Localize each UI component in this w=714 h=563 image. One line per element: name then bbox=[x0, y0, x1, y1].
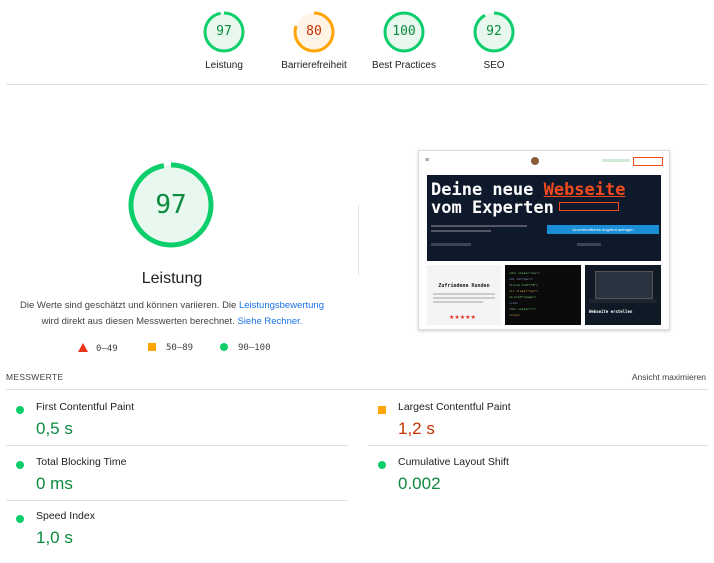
metric-name: Largest Contentful Paint bbox=[398, 401, 511, 413]
metric-value: 1,2 s bbox=[398, 419, 435, 438]
metric-name: Total Blocking Time bbox=[36, 456, 127, 468]
preview-small-text bbox=[431, 243, 471, 246]
legend-pass: 90–100 bbox=[220, 343, 271, 353]
preview-hero: Deine neue Webseite vom Experten Unverbi… bbox=[427, 175, 661, 261]
metric-value: 0.002 bbox=[398, 474, 441, 493]
divider bbox=[6, 500, 348, 501]
preview-card-code: <div class="row"> <ul id="nav"> <li><a h… bbox=[505, 265, 581, 325]
metric-name: First Contentful Paint bbox=[36, 401, 135, 413]
headline-text-2: vom Experten bbox=[431, 198, 554, 218]
preview-phone bbox=[602, 159, 630, 162]
legend-fail: 0–49 bbox=[78, 343, 118, 354]
average-square-icon bbox=[378, 406, 386, 414]
scoring-link[interactable]: Leistungsbewertung bbox=[239, 300, 324, 311]
description-text: Die Werte sind geschätzt und können vari… bbox=[20, 300, 239, 311]
gauge-label: Best Practices bbox=[372, 60, 436, 71]
legend-average: 50–89 bbox=[148, 343, 193, 353]
metrics-header: MESSWERTE bbox=[6, 372, 64, 382]
metric-cls: Cumulative Layout Shift 0.002 bbox=[368, 455, 708, 509]
metric-value: 0 ms bbox=[36, 474, 73, 493]
divider bbox=[6, 84, 708, 85]
preview-cta: Unverbindliches Angebot anfragen bbox=[547, 225, 659, 234]
gauge-performance[interactable]: 97 Leistung bbox=[194, 10, 254, 71]
legend-fail-label: 0–49 bbox=[96, 344, 118, 354]
gauge-accessibility[interactable]: 80 Barrierefreiheit bbox=[281, 10, 347, 71]
gauge-seo[interactable]: 92 SEO bbox=[464, 10, 524, 71]
expand-view-toggle[interactable]: Ansicht maximieren bbox=[632, 372, 706, 382]
gauge-label: Barrierefreiheit bbox=[281, 60, 347, 71]
pass-dot-icon bbox=[378, 461, 386, 469]
performance-description: Die Werte sind geschätzt und können vari… bbox=[20, 298, 324, 330]
headline-accent: Webseite bbox=[543, 180, 626, 200]
metric-value: 1,0 s bbox=[36, 528, 73, 547]
final-screenshot[interactable]: ≡ Deine neue Webseite vom Experten Unver… bbox=[418, 150, 670, 330]
divider bbox=[6, 445, 348, 446]
preview-button bbox=[633, 157, 663, 166]
triangle-icon bbox=[78, 343, 88, 352]
description-text: wird direkt aus diesen Messwerten berech… bbox=[41, 316, 238, 327]
square-icon bbox=[148, 343, 156, 351]
metric-name: Speed Index bbox=[36, 510, 95, 522]
preview-navbar: ≡ bbox=[419, 151, 669, 173]
pass-dot-icon bbox=[16, 406, 24, 414]
preview-card-reviews: Zufriedene Kunden ★★★★★ bbox=[427, 265, 501, 325]
preview-subtext bbox=[431, 225, 535, 232]
preview-small-text bbox=[577, 243, 601, 246]
metric-speed-index: Speed Index 1,0 s bbox=[6, 509, 346, 563]
metric-value: 0,5 s bbox=[36, 419, 73, 438]
circle-icon bbox=[220, 343, 228, 351]
divider bbox=[6, 389, 708, 390]
preview-badge bbox=[559, 202, 619, 211]
metric-name: Cumulative Layout Shift bbox=[398, 456, 509, 468]
performance-score: 97 bbox=[155, 190, 187, 220]
legend-pass-label: 90–100 bbox=[238, 343, 271, 353]
divider bbox=[368, 445, 708, 446]
gauge-score: 100 bbox=[392, 24, 416, 39]
legend-average-label: 50–89 bbox=[166, 343, 194, 353]
gauge-score: 80 bbox=[306, 24, 322, 39]
avatar bbox=[531, 157, 539, 165]
calculator-link[interactable]: Siehe Rechner. bbox=[237, 316, 302, 327]
category-gauges: 97 Leistung 80 Barrierefreiheit 100 Best… bbox=[0, 10, 714, 80]
pass-dot-icon bbox=[16, 515, 24, 523]
gauge-score: 92 bbox=[486, 24, 502, 39]
gauge-score: 97 bbox=[216, 24, 232, 39]
headline-text: Deine neue bbox=[431, 180, 544, 200]
gauge-best-practices[interactable]: 100 Best Practices bbox=[372, 10, 436, 71]
performance-title: Leistung bbox=[141, 270, 203, 287]
performance-gauge: 97 bbox=[126, 160, 216, 250]
pass-dot-icon bbox=[16, 461, 24, 469]
vertical-divider bbox=[358, 205, 359, 275]
star-rating: ★★★★★ bbox=[449, 315, 476, 321]
preview-card-laptop: Webseite erstellen bbox=[585, 265, 661, 325]
preview-headline: Deine neue Webseite vom Experten bbox=[431, 181, 625, 217]
gauge-label: SEO bbox=[483, 60, 505, 71]
menu-icon: ≡ bbox=[425, 157, 430, 164]
card-title: Webseite erstellen bbox=[589, 309, 633, 314]
gauge-label: Leistung bbox=[205, 60, 243, 71]
card-title: Zufriedene Kunden bbox=[438, 283, 490, 289]
